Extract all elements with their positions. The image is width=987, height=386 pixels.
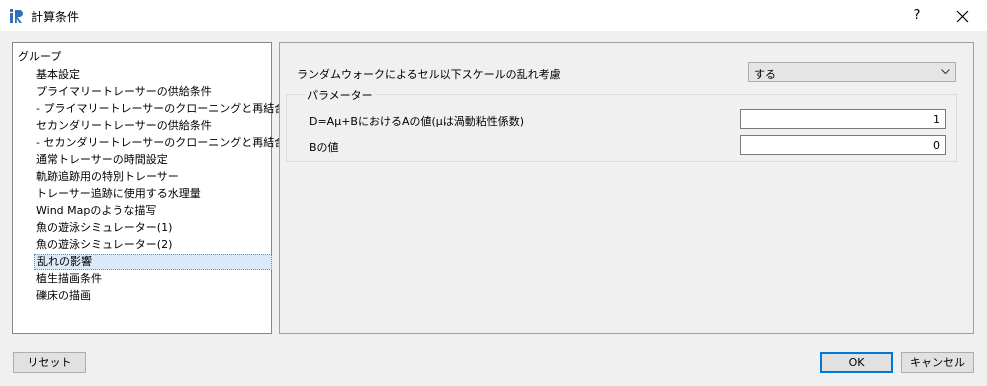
param-a-value: 1 — [933, 113, 940, 126]
window-title: 計算条件 — [31, 10, 80, 24]
tree-item-hydraulics[interactable]: トレーサー追跡に使用する水理量 — [34, 186, 203, 202]
group-tree-header: グループ — [18, 50, 62, 63]
tree-item-basic-settings[interactable]: 基本設定 — [34, 67, 82, 83]
tree-item-vegetation[interactable]: 植生描画条件 — [34, 271, 104, 287]
settings-panel: ランダムウォークによるセル以下スケールの乱れ考慮 する パラメーター D=Aμ+… — [279, 42, 974, 334]
tree-item-wind-map[interactable]: Wind Mapのような描写 — [34, 203, 158, 219]
tree-item-primary-cloning[interactable]: - プライマリートレーサーのクローニングと再結合 — [34, 101, 287, 117]
param-a-input[interactable]: 1 — [740, 109, 946, 129]
tree-item-secondary-supply[interactable]: セカンダリートレーサーの供給条件 — [34, 118, 214, 134]
close-icon — [956, 10, 969, 23]
parameter-group-title: パラメーター — [305, 87, 375, 103]
title-bar: 計算条件 ? — [0, 0, 987, 31]
param-b-value: 0 — [933, 139, 940, 152]
ok-button[interactable]: OK — [820, 352, 893, 373]
cancel-button[interactable]: キャンセル — [901, 352, 974, 373]
help-button[interactable]: ? — [905, 6, 929, 26]
tree-item-secondary-cloning[interactable]: - セカンダリートレーサーのクローニングと再結合 — [34, 135, 287, 151]
iric-logo-icon — [9, 8, 25, 24]
tree-item-special-tracer[interactable]: 軌跡追跡用の特別トレーサー — [34, 169, 181, 185]
tree-item-primary-supply[interactable]: プライマリートレーサーの供給条件 — [34, 84, 214, 100]
param-a-label: D=Aμ+BにおけるAの値(μは渦動粘性係数) — [309, 115, 525, 128]
random-walk-label: ランダムウォークによるセル以下スケールの乱れ考慮 — [297, 68, 561, 81]
tree-item-turbulence[interactable]: 乱れの影響 — [34, 254, 272, 270]
tree-item-fish-sim-1[interactable]: 魚の遊泳シミュレーター(1) — [34, 220, 174, 236]
tree-item-normal-time[interactable]: 通常トレーサーの時間設定 — [34, 152, 170, 168]
param-b-label: Bの値 — [309, 141, 339, 154]
tree-item-gravel-bed[interactable]: 礫床の描画 — [34, 288, 93, 304]
close-button[interactable] — [950, 3, 976, 29]
group-tree[interactable]: グループ 基本設定 プライマリートレーサーの供給条件 - プライマリートレーサー… — [12, 42, 285, 334]
random-walk-value: する — [754, 68, 776, 81]
chevron-down-icon — [941, 69, 950, 75]
param-b-input[interactable]: 0 — [740, 135, 946, 155]
random-walk-select[interactable]: する — [748, 62, 956, 82]
tree-item-fish-sim-2[interactable]: 魚の遊泳シミュレーター(2) — [34, 237, 174, 253]
reset-button[interactable]: リセット — [13, 352, 86, 373]
